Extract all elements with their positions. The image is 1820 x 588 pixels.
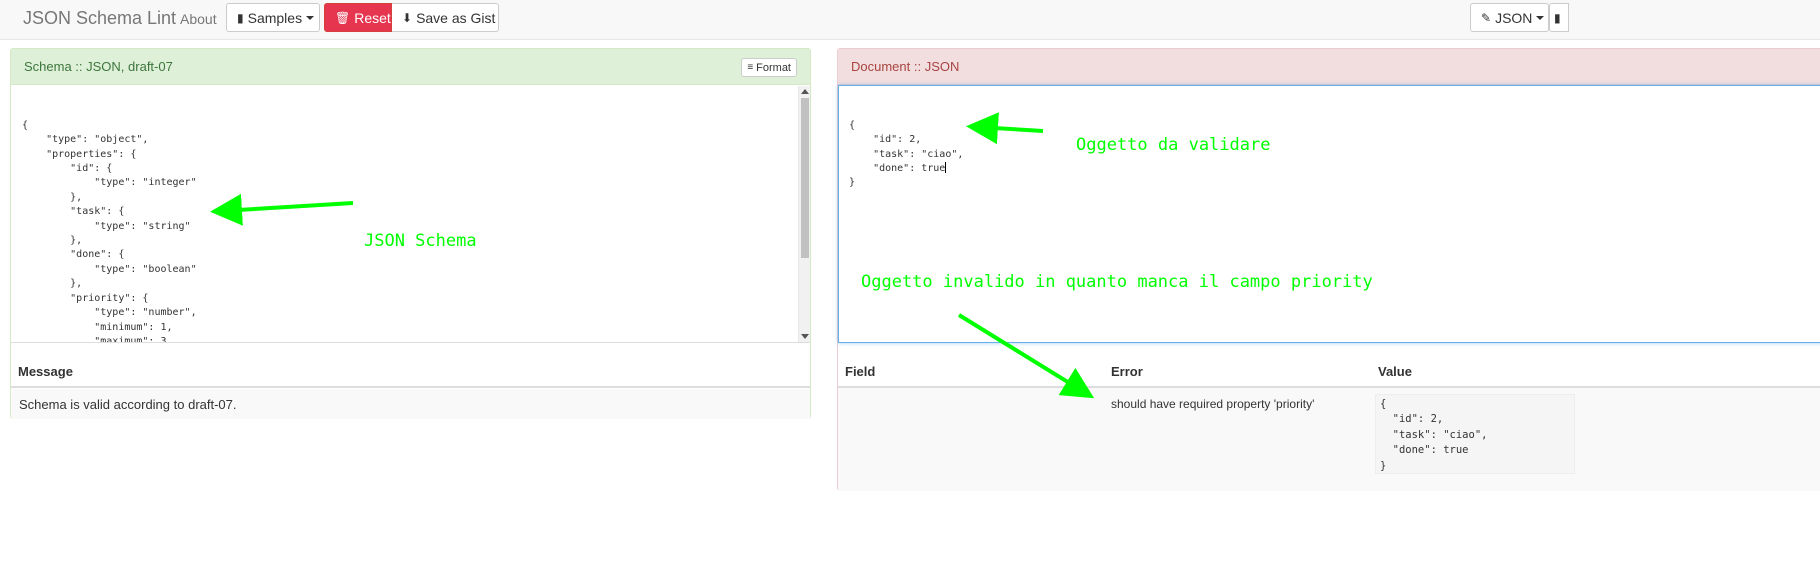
reset-label: Reset — [354, 9, 391, 26]
table-row: should have required property 'priority'… — [838, 388, 1820, 491]
save-gist-button[interactable]: ⬇ Save as Gist — [392, 3, 499, 32]
text-cursor — [945, 162, 947, 174]
about-link[interactable]: About — [180, 11, 217, 27]
error-value: { "id": 2, "task": "ciao", "done": true … — [1375, 394, 1575, 474]
code-line: { — [849, 119, 856, 131]
error-message: should have required property 'priority' — [1111, 397, 1315, 411]
code-line: }, — [22, 278, 83, 290]
document-panel-heading: Document :: JSON — [838, 49, 1820, 85]
document-editor[interactable]: { "id": 2, "task": "ciao", "done": true} — [838, 85, 1820, 343]
reset-button[interactable]: 🗑 Reset — [324, 3, 392, 32]
code-line: "type": "integer" — [22, 177, 197, 189]
error-header: Error — [1111, 364, 1143, 379]
schema-scrollbar[interactable] — [798, 86, 810, 342]
schema-panel-title: Schema :: JSON, draft-07 — [24, 59, 173, 74]
code-line: "type": "number", — [22, 307, 197, 319]
book-icon: ▮ — [237, 10, 244, 25]
document-code: { "id": 2, "task": "ciao", "done": true} — [849, 119, 1820, 191]
document-panel: Document :: JSON { "id": 2, "task": "cia… — [837, 48, 1820, 491]
trash-icon: 🗑 — [335, 10, 351, 25]
format-button[interactable]: ≡ Format — [741, 58, 797, 77]
code-line: "priority": { — [22, 292, 149, 304]
gist-label: Save as Gist — [416, 9, 496, 26]
table-row: Schema is valid according to draft-07. — [12, 389, 810, 419]
samples-label: Samples — [247, 9, 303, 26]
json-mode-button[interactable]: ✎ JSON — [1470, 3, 1549, 32]
json-label: JSON — [1495, 9, 1533, 26]
format-label: Format — [756, 61, 791, 74]
code-line: "task": { — [22, 206, 125, 218]
code-line: "type": "boolean" — [22, 263, 197, 275]
annotation-schema: JSON Schema — [364, 231, 477, 251]
divider — [11, 342, 810, 343]
annotation-object: Oggetto da validare — [1076, 135, 1271, 155]
code-line: "properties": { — [22, 148, 137, 160]
code-line: "id": { — [22, 163, 113, 175]
download-icon: ⬇ — [402, 10, 413, 25]
annotation-invalid: Oggetto invalido in quanto manca il camp… — [861, 272, 1373, 292]
schema-editor[interactable]: { "type": "object", "properties": { "id"… — [12, 86, 810, 342]
schema-panel-heading: Schema :: JSON, draft-07 ≡ Format — [11, 49, 810, 85]
code-line: }, — [22, 191, 83, 203]
chevron-down-icon — [306, 15, 315, 20]
scroll-down-icon[interactable] — [801, 334, 809, 339]
navbar: JSON Schema Lint About ▮ Samples 🗑 Reset… — [0, 0, 1820, 40]
scroll-thumb[interactable] — [801, 98, 809, 258]
message-header: Message — [18, 364, 73, 379]
value-header: Value — [1378, 364, 1412, 379]
divider — [11, 386, 810, 388]
scroll-up-icon[interactable] — [801, 89, 809, 94]
pencil-icon: ✎ — [1481, 10, 1492, 25]
code-line: "maximum": 3 — [22, 335, 167, 342]
document-panel-title: Document :: JSON — [851, 59, 960, 74]
code-line: "minimum": 1, — [22, 321, 173, 333]
code-line: "done": true — [849, 162, 947, 175]
more-button[interactable]: ▮ — [1549, 3, 1569, 32]
samples-button[interactable]: ▮ Samples — [226, 3, 320, 32]
field-header: Field — [845, 364, 876, 379]
chevron-down-icon — [1536, 15, 1545, 20]
code-line: "id": 2, — [849, 134, 922, 146]
schema-message: Schema is valid according to draft-07. — [19, 397, 237, 412]
code-line: } — [849, 177, 856, 189]
code-line: "type": "object", — [22, 134, 149, 146]
indent-icon: ≡ — [747, 62, 754, 73]
code-line: "task": "ciao", — [849, 148, 964, 160]
partial-icon: ▮ — [1554, 10, 1561, 25]
code-line: { — [22, 119, 29, 131]
brand-title[interactable]: JSON Schema Lint — [23, 8, 176, 29]
